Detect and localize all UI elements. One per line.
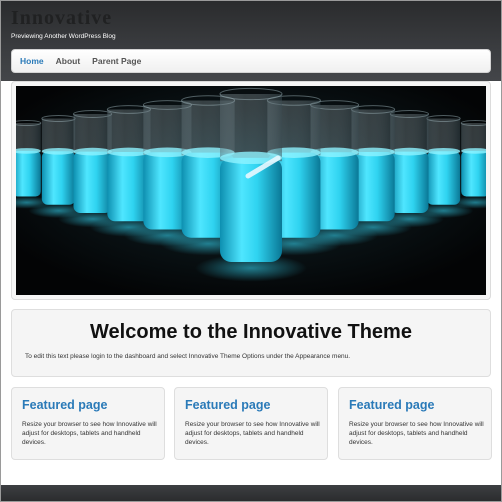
site-title[interactable]: Innovative <box>11 7 171 29</box>
nav-item-home[interactable]: Home <box>20 49 44 73</box>
featured-page-title-2[interactable]: Featured page <box>185 397 270 413</box>
featured-page-card-3: Featured page Resize your browser to see… <box>338 387 492 460</box>
welcome-text: To edit this text please login to the da… <box>25 353 351 360</box>
featured-page-title-3[interactable]: Featured page <box>349 397 434 413</box>
featured-page-text-3: Resize your browser to see how Innovativ… <box>349 421 484 446</box>
nav-item-parent-page[interactable]: Parent Page <box>92 49 141 73</box>
footer-band <box>1 485 501 501</box>
nav-item-about[interactable]: About <box>56 49 81 73</box>
featured-page-card-2: Featured page Resize your browser to see… <box>174 387 328 460</box>
slider-image[interactable] <box>16 86 486 295</box>
welcome-title: Welcome to the Innovative Theme <box>90 321 412 343</box>
page-frame: Innovative Previewing Another WordPress … <box>0 0 502 502</box>
test-tubes-image <box>16 86 486 295</box>
featured-page-text-2: Resize your browser to see how Innovativ… <box>185 421 320 446</box>
featured-page-text-1: Resize your browser to see how Innovativ… <box>22 421 157 446</box>
main-nav: Home About Parent Page <box>11 49 491 73</box>
featured-page-card-1: Featured page Resize your browser to see… <box>11 387 165 460</box>
featured-page-title-1[interactable]: Featured page <box>22 397 107 413</box>
site-tagline: Previewing Another WordPress Blog <box>11 33 116 40</box>
